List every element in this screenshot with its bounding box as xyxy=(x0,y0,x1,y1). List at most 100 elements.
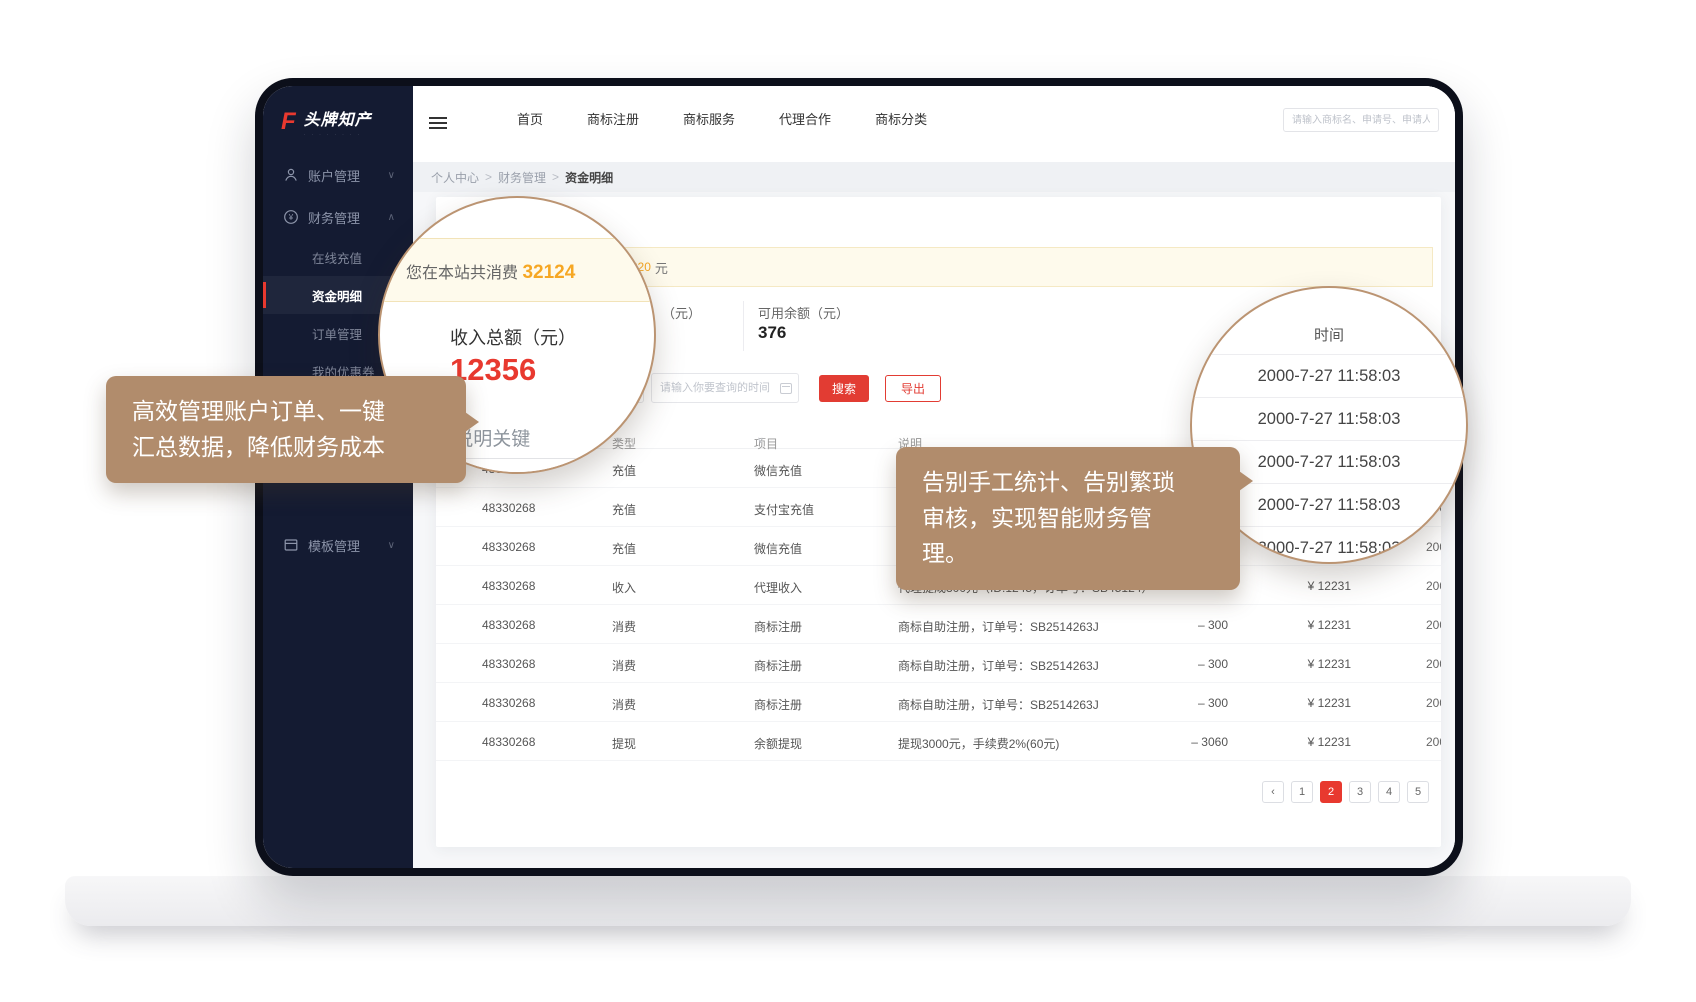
magnified-banner: 您在本站共消费 32124 xyxy=(380,238,654,302)
cell-balance: ¥ 12231 xyxy=(1256,657,1351,671)
brand-subtitle: · · · · · · · · xyxy=(304,132,372,138)
sidebar-group-模板管理[interactable]: 模板管理∨ xyxy=(263,524,413,566)
chevron-down-icon: ∨ xyxy=(388,170,395,181)
cell-type: 充值 xyxy=(612,540,636,557)
cell-time: 2000-7-27 11:58:03 xyxy=(1426,618,1441,632)
stat-balance-label: 可用余额（元） xyxy=(758,303,849,322)
cell-balance: ¥ 12231 xyxy=(1256,696,1351,710)
brand-logo-icon: F xyxy=(281,110,296,134)
stat-divider xyxy=(743,301,744,351)
cell-amount: – 300 xyxy=(1136,657,1228,671)
cell-amount: – 3060 xyxy=(1136,735,1228,749)
cell-desc: 提现3000元，手续费2%(60元) xyxy=(898,735,1059,752)
pagination-page-3[interactable]: 3 xyxy=(1349,781,1371,803)
top-navbar: 首页 商标注册 商标服务 代理合作 商标分类 xyxy=(413,86,1455,162)
callout-right: 告别手工统计、告别繁琐审核，实现智能财务管理。 xyxy=(896,447,1240,590)
chevron-up-icon: ∧ xyxy=(388,212,395,223)
template-icon xyxy=(283,537,299,553)
cell-type: 消费 xyxy=(612,618,636,635)
pagination-page-2[interactable]: 2 xyxy=(1320,781,1342,803)
chevron-down-icon: ∨ xyxy=(388,540,395,551)
cell-project: 微信充值 xyxy=(754,540,802,557)
table-row: 48330268 消费 商标注册 商标自助注册，订单号：SB2514263J – 300… xyxy=(436,644,1441,683)
sidebar-group-财务管理[interactable]: ¥财务管理∧ xyxy=(263,196,413,238)
pagination-page-4[interactable]: 4 xyxy=(1378,781,1400,803)
cell-order: 48330268 xyxy=(482,540,535,554)
cell-order: 48330268 xyxy=(482,735,535,749)
stat-middle-label-fragment: （元） xyxy=(662,303,701,322)
cell-project: 微信充值 xyxy=(754,462,802,479)
cell-time: 2000-7-27 11:58:03 xyxy=(1426,696,1441,710)
cell-type: 提现 xyxy=(612,735,636,752)
magnified-time-header: 时间 xyxy=(1192,324,1466,345)
cell-project: 商标注册 xyxy=(754,696,802,713)
cell-order: 48330268 xyxy=(482,696,535,710)
cell-type: 消费 xyxy=(612,696,636,713)
breadcrumb: 个人中心 > 财务管理 > 资金明细 xyxy=(413,162,1455,192)
brand-name: 头牌知产 xyxy=(304,106,372,130)
search-button[interactable]: 搜索 xyxy=(819,375,869,402)
sidebar-group-账户管理[interactable]: 账户管理∨ xyxy=(263,154,413,196)
top-nav-links: 首页 商标注册 商标服务 代理合作 商标分类 xyxy=(517,86,927,150)
breadcrumb-separator: > xyxy=(552,170,559,184)
magnified-time-row: 2000-7-27 11:58:03 xyxy=(1192,354,1466,397)
nav-item[interactable]: 商标分类 xyxy=(875,109,927,128)
pagination-page-1[interactable]: 1 xyxy=(1291,781,1313,803)
nav-item[interactable]: 代理合作 xyxy=(779,109,831,128)
cell-order: 48330268 xyxy=(482,501,535,515)
banner-suffix: 元 xyxy=(655,258,668,277)
date-filter-input[interactable] xyxy=(651,373,799,403)
finance-icon: ¥ xyxy=(283,209,299,225)
sort-caret-icon: ∨ xyxy=(757,435,764,446)
cell-project: 代理收入 xyxy=(754,579,802,596)
cell-project: 余额提现 xyxy=(754,735,802,752)
cell-project: 商标注册 xyxy=(754,618,802,635)
pagination: ‹ 12345 xyxy=(1262,781,1429,803)
nav-item[interactable]: 商标注册 xyxy=(587,109,639,128)
stat-balance-value: 376 xyxy=(758,323,786,343)
cell-balance: ¥ 12231 xyxy=(1256,579,1351,593)
nav-item[interactable]: 商标服务 xyxy=(683,109,735,128)
cell-balance: ¥ 12231 xyxy=(1256,618,1351,632)
breadcrumb-item[interactable]: 个人中心 xyxy=(431,169,479,186)
cell-time: 2000-7-27 11:58:03 xyxy=(1426,657,1441,671)
cell-order: 48330268 xyxy=(482,579,535,593)
cell-type: 收入 xyxy=(612,579,636,596)
svg-text:¥: ¥ xyxy=(288,213,294,222)
breadcrumb-separator: > xyxy=(485,170,492,184)
page: F 头牌知产 · · · · · · · · 账户管理∨¥财务管理∧在线充值资金… xyxy=(0,0,1696,1002)
cell-desc: 商标自助注册，订单号：SB2514263J xyxy=(898,657,1099,674)
export-button[interactable]: 导出 xyxy=(885,375,941,402)
user-icon xyxy=(283,167,299,183)
cell-type: 消费 xyxy=(612,657,636,674)
cell-project: 商标注册 xyxy=(754,657,802,674)
trademark-search-input[interactable] xyxy=(1283,108,1439,132)
breadcrumb-item: 资金明细 xyxy=(565,169,613,186)
breadcrumb-item[interactable]: 财务管理 xyxy=(498,169,546,186)
callout-left: 高效管理账户订单、一键汇总数据，降低财务成本 xyxy=(106,376,466,483)
sort-caret-icon: ∨ xyxy=(615,435,622,446)
cell-balance: ¥ 12231 xyxy=(1256,735,1351,749)
laptop-base xyxy=(65,876,1631,926)
cell-desc: 商标自助注册，订单号：SB2514263J xyxy=(898,696,1099,713)
cell-time: 2000-7-27 11:58:03 xyxy=(1426,735,1441,749)
pagination-prev[interactable]: ‹ xyxy=(1262,781,1284,803)
cell-type: 充值 xyxy=(612,501,636,518)
cell-order: 48330268 xyxy=(482,618,535,632)
nav-item[interactable]: 首页 xyxy=(517,109,543,128)
table-row: 48330268 消费 商标注册 商标自助注册，订单号：SB2514263J – 300… xyxy=(436,605,1441,644)
pagination-page-5[interactable]: 5 xyxy=(1407,781,1429,803)
brand-logo[interactable]: F 头牌知产 · · · · · · · · xyxy=(263,86,413,154)
table-row: 48330268 提现 余额提现 提现3000元，手续费2%(60元) – 3060 ¥ … xyxy=(436,722,1441,761)
magnified-income-label: 收入总额（元） xyxy=(450,324,576,350)
magnified-time-row: 2000-7-27 11:58:03 xyxy=(1192,397,1466,440)
calendar-icon[interactable] xyxy=(780,383,792,394)
table-row: 48330268 消费 商标注册 商标自助注册，订单号：SB2514263J – 300… xyxy=(436,683,1441,722)
cell-amount: – 300 xyxy=(1136,696,1228,710)
cell-desc: 商标自助注册，订单号：SB2514263J xyxy=(898,618,1099,635)
cell-order: 48330268 xyxy=(482,657,535,671)
cell-project: 支付宝充值 xyxy=(754,501,814,518)
cell-amount: – 300 xyxy=(1136,618,1228,632)
hamburger-menu-icon[interactable] xyxy=(429,114,447,132)
cell-time: 2000-7-27 11:58:03 xyxy=(1426,579,1441,593)
